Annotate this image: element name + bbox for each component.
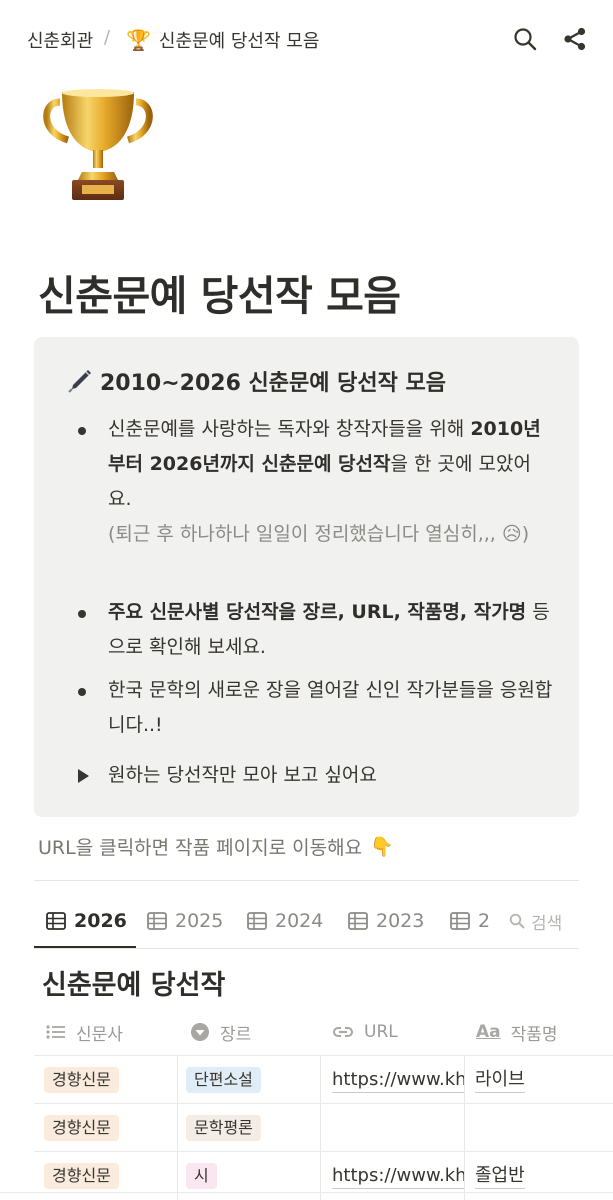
bullet-note-text: (퇴근 후 하나하나 일일이 정리했습니다 열심히,,, xyxy=(108,523,496,545)
divider xyxy=(0,1192,613,1193)
cell-newspaper: 경향신문 xyxy=(44,1056,174,1104)
work-title-link[interactable]: 졸업반 xyxy=(475,1164,525,1189)
intro-callout: 2010~2026 신춘문예 당선작 모음 신춘문예를 사랑하는 독자와 창작자… xyxy=(34,337,579,817)
divider xyxy=(34,948,579,949)
url-hint: URL을 클릭하면 작품 페이지로 이동해요 👇 xyxy=(38,833,394,860)
breadcrumb-current-page[interactable]: 🏆 신춘문예 당선작 모음 xyxy=(126,27,319,53)
genre-tag: 문학평론 xyxy=(186,1115,261,1141)
url-link[interactable]: https://www.kh xyxy=(332,1068,464,1093)
table-icon xyxy=(247,912,267,930)
genre-tag: 단편소설 xyxy=(186,1067,261,1093)
column-header-genre[interactable]: 장르 xyxy=(190,1010,251,1054)
table-row[interactable]: 경향신문 단편소설 https://www.kh 라이브 xyxy=(34,1055,613,1104)
cell-url[interactable]: https://www.kh xyxy=(332,1056,464,1104)
breadcrumb-page-title: 신춘문예 당선작 모음 xyxy=(158,31,320,52)
cell-title[interactable]: 라이브 xyxy=(475,1056,613,1104)
tab-label: 2026 xyxy=(74,910,127,932)
database-title: 신춘문예 당선작 xyxy=(42,970,226,1001)
search-icon xyxy=(509,913,525,929)
cell-title[interactable] xyxy=(475,1104,613,1152)
column-divider xyxy=(464,1056,465,1104)
url-hint-text: URL을 클릭하면 작품 페이지로 이동해요 xyxy=(38,837,363,859)
sad-face-icon: 😥 xyxy=(501,523,522,545)
newspaper-tag: 경향신문 xyxy=(44,1067,119,1093)
column-label: 신문사 xyxy=(76,1024,123,1045)
bullet-note: (퇴근 후 하나하나 일일이 정리했습니다 열심히,,, 😥) xyxy=(108,517,553,552)
bullet-dot xyxy=(78,427,86,435)
list-icon xyxy=(46,1025,65,1039)
select-icon xyxy=(191,1023,209,1041)
table-icon xyxy=(450,912,470,930)
column-divider xyxy=(464,1104,465,1152)
page-title: 신춘문예 당선작 모음 xyxy=(38,272,401,320)
share-icon[interactable] xyxy=(562,26,588,52)
tab-2023[interactable]: 2023 xyxy=(348,893,424,949)
divider xyxy=(34,880,579,881)
tab-label: 2024 xyxy=(275,910,324,932)
table-row[interactable]: 경향신문 문학평론 xyxy=(34,1103,613,1152)
bullet-note-end: ) xyxy=(521,523,530,545)
column-header-newspaper[interactable]: 신문사 xyxy=(46,1010,123,1054)
column-divider xyxy=(320,1056,321,1104)
fountain-pen-icon xyxy=(68,370,91,393)
callout-heading: 2010~2026 신춘문예 당선작 모음 xyxy=(66,365,446,397)
bullet-text-part: 신춘문예를 사랑하는 독자와 창작자들을 위해 xyxy=(108,418,471,440)
bullet-text: 주요 신문사별 당선작을 장르, URL, 작품명, 작가명 등으로 확인해 보… xyxy=(108,595,553,665)
trophy-page-icon[interactable] xyxy=(38,82,158,204)
work-title-link[interactable]: 라이브 xyxy=(475,1068,525,1093)
column-divider xyxy=(177,1104,178,1152)
column-header-title[interactable]: Aa 작품명 xyxy=(476,1010,558,1054)
view-search-button[interactable]: 검색 xyxy=(507,893,579,949)
column-divider xyxy=(177,1056,178,1104)
view-tabs: 2026 2025 2024 2023 2 검색 xyxy=(34,893,579,949)
table-icon xyxy=(46,912,66,930)
column-label: URL xyxy=(364,1022,398,1042)
column-label: 작품명 xyxy=(510,1024,558,1045)
bullet-dot xyxy=(78,610,86,618)
newspaper-tag: 경향신문 xyxy=(44,1163,119,1189)
bullet-text: 한국 문학의 새로운 장을 열어갈 신인 작가분들을 응원합니다..! xyxy=(108,679,553,736)
tab-2024[interactable]: 2024 xyxy=(247,893,323,949)
genre-tag: 시 xyxy=(186,1163,217,1189)
tab-label: 2023 xyxy=(376,910,425,932)
callout-heading-text: 2010~2026 신춘문예 당선작 모음 xyxy=(100,371,447,396)
breadcrumb-root[interactable]: 신춘회관 xyxy=(27,27,93,53)
column-label: 장르 xyxy=(220,1024,252,1045)
toggle-label: 원하는 당선작만 모아 보고 싶어요 xyxy=(108,764,377,786)
view-search-label: 검색 xyxy=(531,913,563,934)
pointing-down-icon: 👇 xyxy=(370,836,394,858)
table-icon xyxy=(147,912,167,930)
bullet-text-bold: 주요 신문사별 당선작을 장르, URL, 작품명, 작가명 xyxy=(108,601,527,623)
cell-genre: 문학평론 xyxy=(186,1104,322,1152)
breadcrumb-separator: / xyxy=(104,27,111,48)
toggle-triangle-icon[interactable] xyxy=(78,769,89,783)
trophy-icon: 🏆 xyxy=(126,28,151,52)
tab-label: 2 xyxy=(478,910,491,932)
cell-url[interactable] xyxy=(332,1104,464,1152)
cell-genre: 단편소설 xyxy=(186,1056,322,1104)
table-header: 신문사 장르 URL Aa 작품명 xyxy=(34,1010,613,1054)
top-bar: 신춘회관 / 🏆 신춘문예 당선작 모음 xyxy=(0,0,613,78)
table-icon xyxy=(348,912,368,930)
text-property-icon: Aa xyxy=(476,1022,501,1042)
tab-2025[interactable]: 2025 xyxy=(147,893,223,949)
search-icon[interactable] xyxy=(512,26,538,52)
bullet-dot xyxy=(78,688,86,696)
column-divider xyxy=(320,1104,321,1152)
url-link[interactable]: https://www.kh xyxy=(332,1164,464,1189)
tab-more[interactable]: 2 xyxy=(450,893,490,949)
tab-label: 2025 xyxy=(175,910,224,932)
link-icon xyxy=(333,1027,353,1037)
tab-2026[interactable]: 2026 xyxy=(46,893,127,949)
bullet-text: 신춘문예를 사랑하는 독자와 창작자들을 위해 2010년부터 2026년까지 … xyxy=(108,412,553,552)
newspaper-tag: 경향신문 xyxy=(44,1115,119,1141)
cell-newspaper: 경향신문 xyxy=(44,1104,174,1152)
column-header-url[interactable]: URL xyxy=(332,1010,398,1054)
